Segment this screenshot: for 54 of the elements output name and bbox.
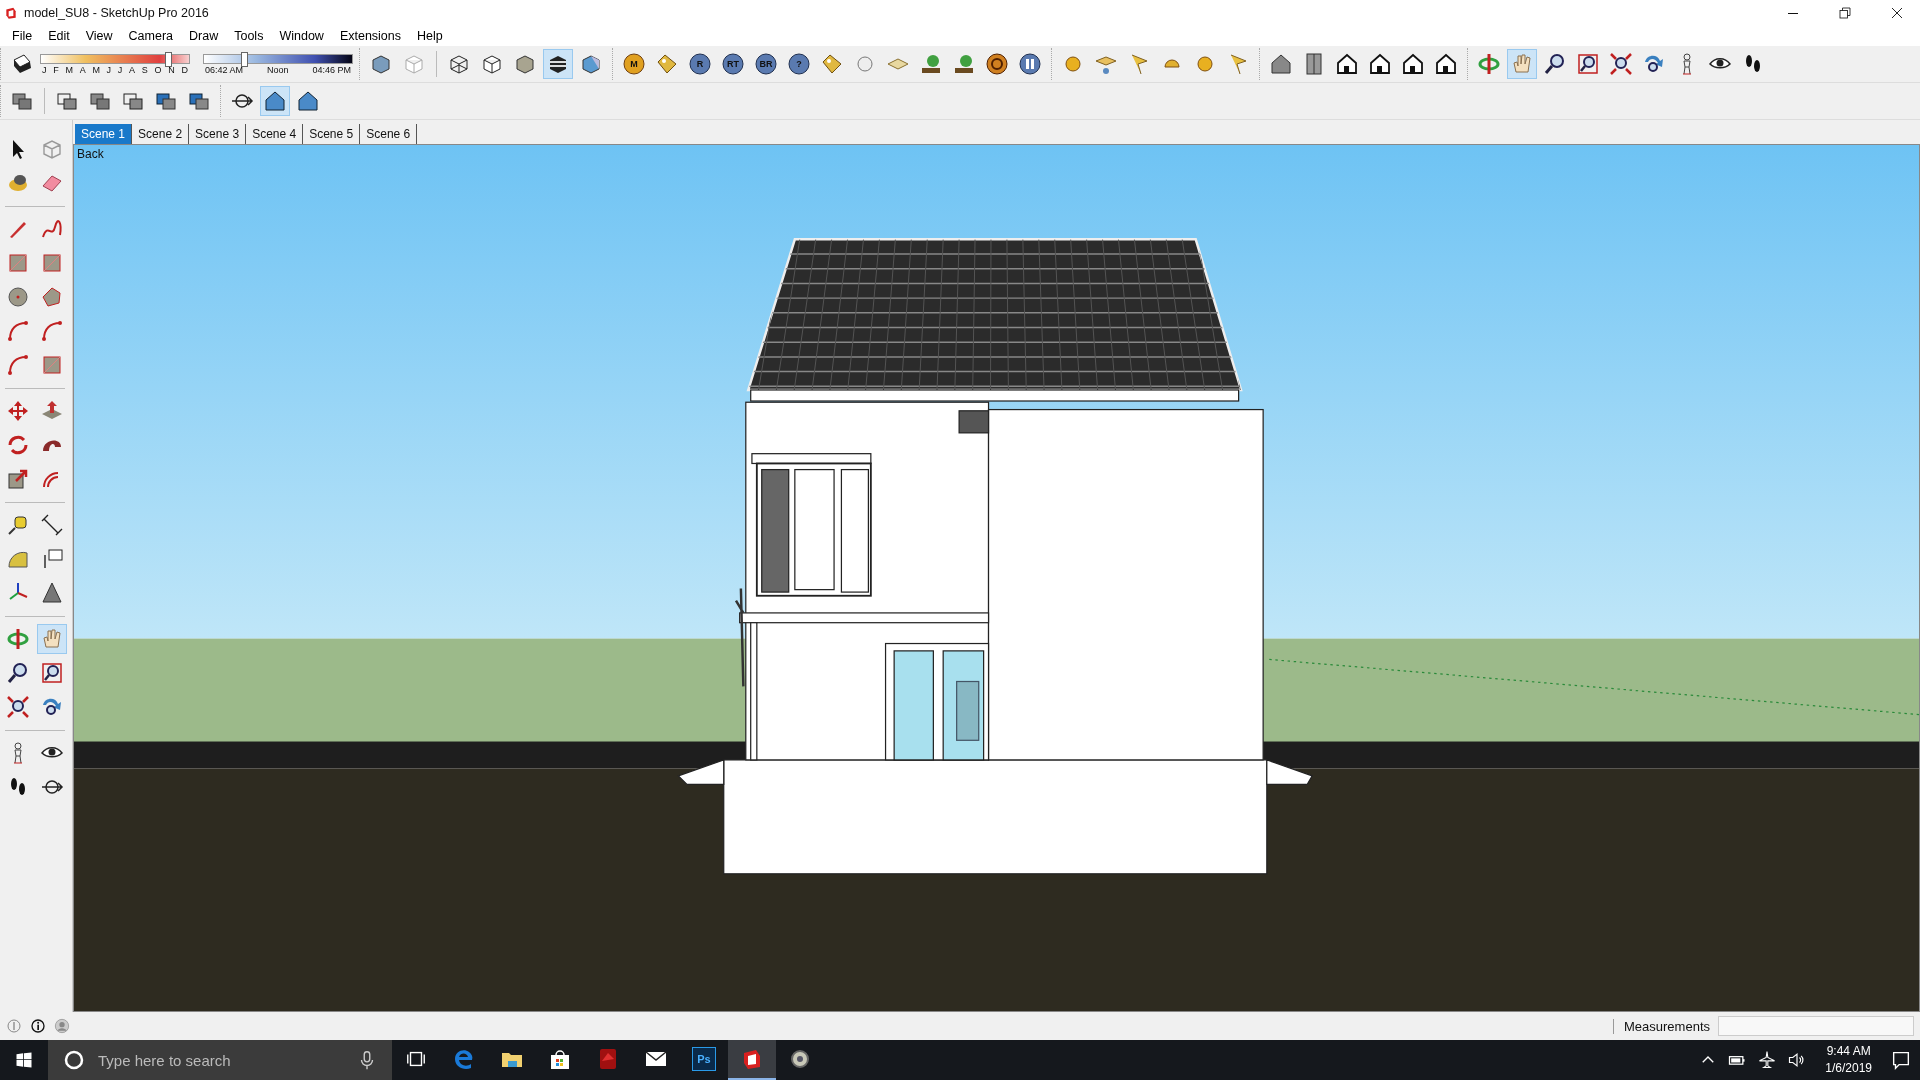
menu-item[interactable]: Draw — [181, 29, 227, 43]
month-slider-thumb[interactable] — [165, 51, 173, 67]
menu-item[interactable]: Camera — [120, 29, 182, 43]
taskbar-app-button[interactable] — [728, 1040, 776, 1080]
month-label: O — [154, 64, 162, 75]
month-label: M — [65, 64, 73, 75]
month-label: M — [92, 64, 100, 75]
taskbar-app-button[interactable]: Ps — [680, 1040, 728, 1080]
time-label: Noon — [267, 64, 289, 75]
menu-item[interactable]: Edit — [40, 29, 78, 43]
info-icon[interactable] — [30, 1018, 46, 1034]
menu-item[interactable]: File — [4, 29, 41, 43]
month-label: J — [42, 64, 47, 75]
user-icon[interactable] — [54, 1018, 70, 1034]
app-icon[interactable] — [788, 1047, 812, 1071]
month-label: N — [168, 64, 175, 75]
cortana-circle-icon — [62, 1048, 86, 1072]
textured-cube-icon[interactable] — [543, 49, 573, 79]
scene-tab[interactable]: Scene 1 — [75, 124, 133, 144]
search-field[interactable]: Type here to search — [48, 1040, 392, 1080]
month-label: A — [79, 64, 86, 75]
measurements-label: Measurements — [1613, 1018, 1710, 1034]
menu-item[interactable]: Window — [271, 29, 332, 43]
scene-tab[interactable]: Scene 3 — [189, 124, 247, 144]
month-label: A — [129, 64, 136, 75]
menu-item[interactable]: View — [77, 29, 121, 43]
menu-item[interactable]: Tools — [226, 29, 272, 43]
month-label: D — [181, 64, 188, 75]
month-label: J — [117, 64, 123, 75]
perspective-house-icon[interactable] — [260, 86, 290, 116]
menu-item[interactable]: Extensions — [331, 29, 410, 43]
minimize-icon — [1788, 12, 1798, 14]
view-label: Back — [77, 147, 104, 161]
airplane-icon[interactable] — [1757, 1050, 1778, 1070]
scene-tab[interactable]: Scene 2 — [132, 124, 190, 144]
time-label: 04:46 PM — [312, 64, 351, 75]
clock-time[interactable]: 9:44 AM — [1826, 1043, 1871, 1060]
month-label: S — [141, 64, 148, 75]
notifications-icon[interactable] — [1890, 1049, 1912, 1071]
month-label: F — [53, 64, 59, 75]
windows-logo-icon — [14, 1050, 34, 1070]
menu-item[interactable]: Help — [409, 29, 451, 43]
scene-tab[interactable]: Scene 6 — [360, 124, 418, 144]
app-logo[interactable]: Ps — [692, 1047, 716, 1071]
time-label: 06:42 AM — [205, 64, 244, 75]
app-logo-icon — [4, 6, 18, 20]
time-slider-thumb[interactable] — [240, 51, 248, 67]
window-title: model_SU8 - SketchUp Pro 2016 — [24, 6, 210, 20]
scene-tab[interactable]: Scene 4 — [246, 124, 304, 144]
clock-date[interactable]: 1/6/2019 — [1825, 1060, 1872, 1077]
scene-tab[interactable]: Scene 5 — [303, 124, 361, 144]
month-label: J — [106, 64, 112, 75]
measurements-field[interactable] — [1718, 1016, 1914, 1036]
store-bag-icon[interactable] — [548, 1047, 572, 1071]
